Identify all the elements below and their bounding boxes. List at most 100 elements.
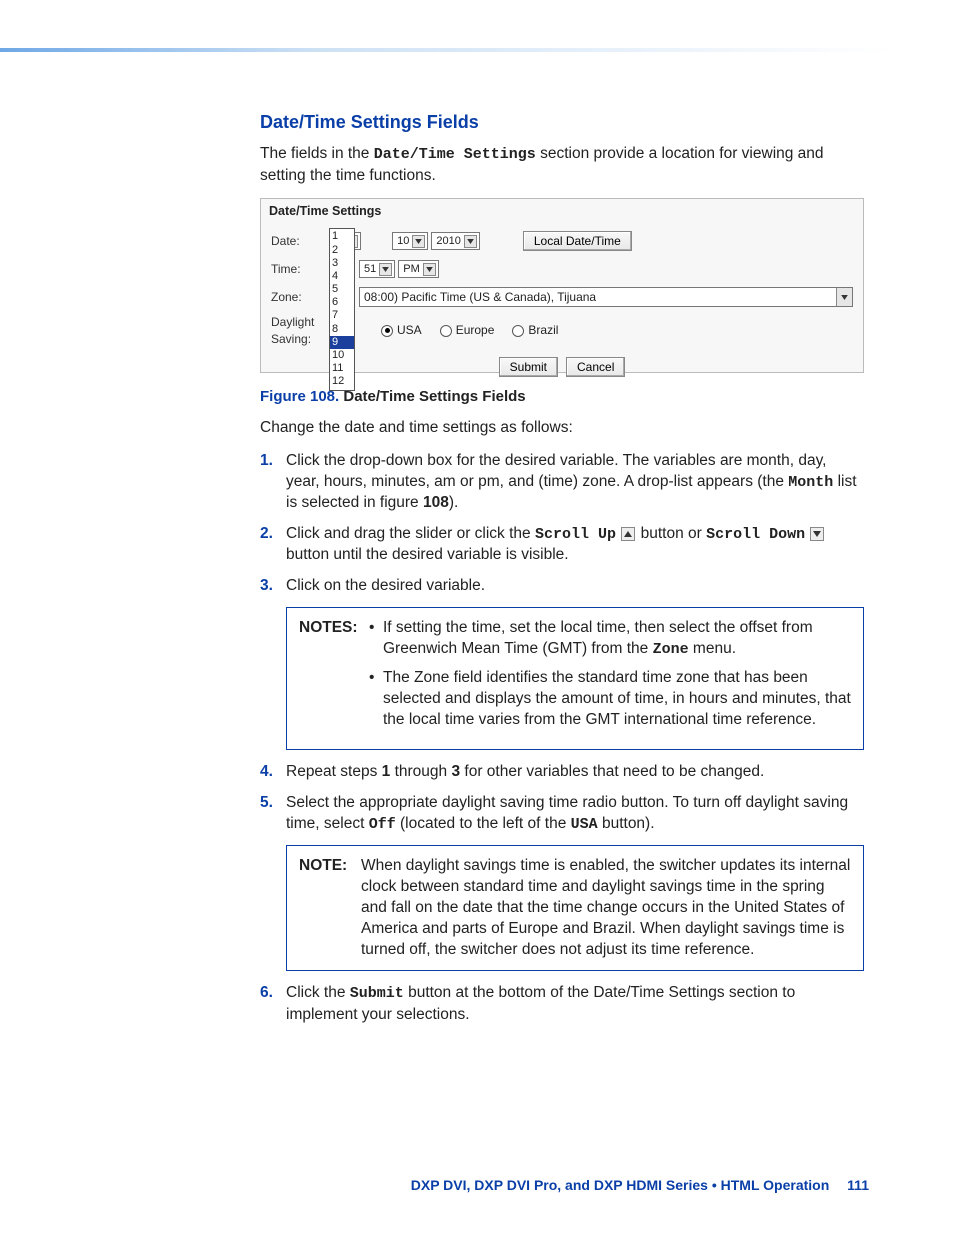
year-value: 2010: [436, 234, 460, 249]
radio-brazil[interactable]: Brazil: [512, 322, 558, 338]
text: If setting the time, set the local time,…: [383, 619, 813, 657]
text: for other variables that need to be chan…: [460, 763, 764, 780]
step-2: 2. Click and drag the slider or click th…: [260, 524, 864, 566]
zone-row: Zone: 08:00) Pacific Time (US & Canada),…: [271, 286, 853, 308]
text: Repeat steps: [286, 763, 382, 780]
step-6: 6. Click the Submit button at the bottom…: [260, 983, 864, 1025]
cancel-button[interactable]: Cancel: [566, 357, 625, 377]
chevron-down-icon: [836, 288, 852, 306]
month-opt[interactable]: 11: [330, 362, 354, 375]
content-column: Date/Time Settings Fields The fields in …: [260, 110, 864, 1026]
date-row: Date: 9 10 2010 Local Date/: [271, 230, 853, 252]
steps-list-cont: 4. Repeat steps 1 through 3 for other va…: [260, 762, 864, 835]
panel-title: Date/Time Settings: [261, 199, 863, 224]
month-opt[interactable]: 1: [330, 230, 354, 243]
ampm-select[interactable]: PM: [398, 260, 439, 278]
step-body: Repeat steps 1 through 3 for other varia…: [286, 762, 864, 783]
datetime-settings-panel: Date/Time Settings 1 2 3 4 5 6 7 8 9 10 …: [260, 198, 864, 373]
text: Click the drop-down box for the desired …: [286, 452, 827, 490]
note-label: NOTE:: [299, 856, 347, 877]
step-number: 2.: [260, 524, 286, 545]
step-number: 6.: [260, 983, 286, 1004]
year-select[interactable]: 2010: [431, 232, 479, 250]
note-box-single: NOTE: When daylight savings time is enab…: [286, 845, 864, 972]
code-off: Off: [369, 816, 396, 833]
radio-dot-icon: [381, 325, 393, 337]
month-opt[interactable]: 8: [330, 323, 354, 336]
fig-ref: 108: [423, 494, 449, 511]
scroll-down-icon: [810, 527, 824, 541]
page-footer: DXP DVI, DXP DVI Pro, and DXP HDMI Serie…: [411, 1176, 869, 1195]
notes-box: NOTES: If setting the time, set the loca…: [286, 607, 864, 750]
chevron-down-icon: [464, 235, 477, 248]
intro-text-1: The fields in the: [260, 145, 374, 162]
month-opt[interactable]: 7: [330, 309, 354, 322]
minute-select[interactable]: 51: [359, 260, 395, 278]
step-body: Click on the desired variable.: [286, 576, 864, 597]
bold-3: 3: [451, 763, 460, 780]
month-dropdown-list[interactable]: 1 2 3 4 5 6 7 8 9 10 11 12: [329, 228, 355, 390]
zone-value: 08:00) Pacific Time (US & Canada), Tijua…: [364, 289, 596, 305]
dst-row: Daylight Saving: USA Europe Brazil: [271, 314, 853, 346]
code-scroll-up: Scroll Up: [535, 526, 616, 543]
text: button or: [641, 525, 707, 542]
step-body: Click the Submit button at the bottom of…: [286, 983, 864, 1025]
radio-usa-label: USA: [397, 322, 422, 338]
day-value: 10: [397, 234, 409, 249]
page: Date/Time Settings Fields The fields in …: [0, 0, 954, 1235]
month-opt-selected[interactable]: 9: [330, 336, 354, 349]
radio-dot-icon: [440, 325, 452, 337]
radio-europe[interactable]: Europe: [440, 322, 495, 338]
section-heading: Date/Time Settings Fields: [260, 110, 864, 134]
intro-code: Date/Time Settings: [374, 146, 536, 163]
ampm-value: PM: [403, 262, 420, 277]
code-month: Month: [788, 474, 833, 491]
radio-usa[interactable]: USA: [381, 322, 422, 338]
submit-button[interactable]: Submit: [499, 357, 558, 377]
month-opt[interactable]: 5: [330, 283, 354, 296]
footer-text: DXP DVI, DXP DVI Pro, and DXP HDMI Serie…: [411, 1177, 830, 1193]
month-opt[interactable]: 6: [330, 296, 354, 309]
month-opt[interactable]: 2: [330, 244, 354, 257]
step-number: 5.: [260, 793, 286, 814]
steps-list: 1. Click the drop-down box for the desir…: [260, 451, 864, 597]
chevron-down-icon: [423, 263, 436, 276]
change-settings-line: Change the date and time settings as fol…: [260, 418, 864, 439]
month-opt[interactable]: 12: [330, 375, 354, 388]
step-body: Click the drop-down box for the desired …: [286, 451, 864, 514]
step-5: 5. Select the appropriate daylight savin…: [260, 793, 864, 835]
note-body: When daylight savings time is enabled, t…: [361, 856, 851, 961]
top-gradient-bar: [0, 48, 894, 52]
note-item: The Zone field identifies the standard t…: [369, 668, 851, 731]
code-scroll-down: Scroll Down: [706, 526, 805, 543]
chevron-down-icon: [379, 263, 392, 276]
steps-list-end: 6. Click the Submit button at the bottom…: [260, 983, 864, 1025]
month-opt[interactable]: 3: [330, 257, 354, 270]
date-label: Date:: [271, 233, 331, 249]
local-datetime-button[interactable]: Local Date/Time: [523, 231, 632, 251]
month-opt[interactable]: 10: [330, 349, 354, 362]
zone-select[interactable]: 08:00) Pacific Time (US & Canada), Tijua…: [359, 287, 853, 307]
intro-paragraph: The fields in the Date/Time Settings sec…: [260, 144, 864, 186]
text: menu.: [689, 640, 736, 657]
figure-caption-text: Date/Time Settings Fields: [343, 388, 525, 405]
radio-dot-icon: [512, 325, 524, 337]
panel-actions: Submit Cancel: [271, 357, 853, 377]
zone-label: Zone:: [271, 289, 331, 305]
notes-label: NOTES:: [299, 618, 358, 639]
step-body: Select the appropriate daylight saving t…: [286, 793, 864, 835]
figure-number: Figure 108.: [260, 388, 343, 405]
text: button).: [598, 815, 655, 832]
chevron-down-icon: [412, 235, 425, 248]
dst-label: Daylight Saving:: [271, 314, 331, 346]
step-3: 3. Click on the desired variable.: [260, 576, 864, 597]
code-submit: Submit: [350, 985, 404, 1002]
time-row: Time: 51 PM: [271, 258, 853, 280]
time-label: Time:: [271, 261, 331, 277]
text: ).: [449, 494, 458, 511]
step-number: 4.: [260, 762, 286, 783]
text: through: [390, 763, 451, 780]
text: Click and drag the slider or click the: [286, 525, 535, 542]
day-select[interactable]: 10: [392, 232, 428, 250]
month-opt[interactable]: 4: [330, 270, 354, 283]
